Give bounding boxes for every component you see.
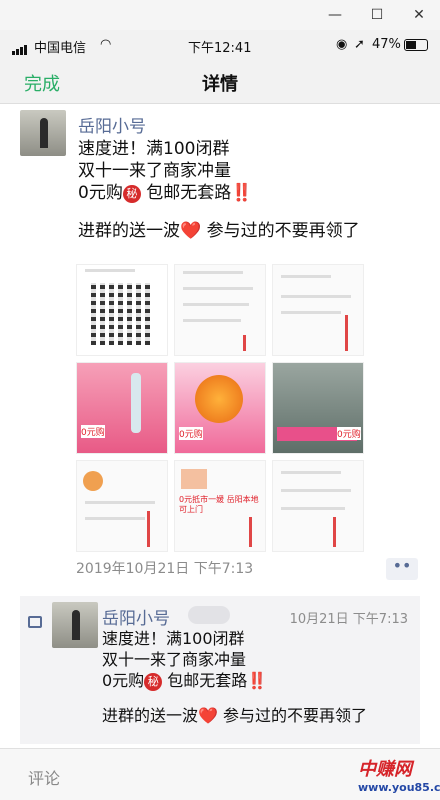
comment-line: 速度进！满100闭群 [102,629,245,648]
heart-emoji: ❤️ [180,221,202,241]
wifi-icon: ◠ [100,37,112,52]
commenter-name[interactable]: 岳阳小号 [102,604,170,629]
comment-line: 双十一来了商家冲量 [102,650,247,669]
comment-line: 0元购秘 包邮无套路‼️ [102,671,268,691]
status-bar: 中国电信 ◠ 下午12:41 ◉ ➚ 47% [0,30,440,60]
watermark-url: www.you85.com [358,781,440,794]
author-avatar[interactable] [20,110,66,156]
comment-icon [28,616,42,628]
close-icon[interactable]: ✕ [408,4,430,26]
double-exclamation-emoji: ‼️ [247,671,268,690]
maximize-icon[interactable]: ☐ [366,4,388,26]
image-thumbnail[interactable] [272,264,364,356]
minimize-icon[interactable]: — [324,4,346,26]
image-grid: 0元购 0元购 0元购 0元抵市一媛 岳阳本地可上门 [76,264,364,552]
post-text: 速度进！满100闭群 双十一来了商家冲量 0元购秘 包邮无套路‼️ 进群的送一波… [78,138,360,242]
image-thumbnail[interactable] [272,460,364,552]
location-icon: ➚ [354,37,365,52]
battery-icon [404,39,428,51]
author-name[interactable]: 岳阳小号 [78,112,146,137]
heart-emoji: ❤️ [198,706,218,725]
battery-percent: 47% [372,37,401,52]
post-line: 0元购秘 包邮无套路‼️ [78,183,253,203]
commenter-avatar[interactable] [52,602,98,648]
comment-input[interactable]: 评论 [28,765,60,789]
moment-detail: 岳阳小号 速度进！满100闭群 双十一来了商家冲量 0元购秘 包邮无套路‼️ 进… [0,104,440,744]
window-title-bar: — ☐ ✕ [0,0,440,30]
carrier-label: 中国电信 [34,41,87,56]
navigation-bar: 完成 详情 [0,60,440,104]
redacted-block [188,606,230,624]
image-thumbnail[interactable]: 0元购 [272,362,364,454]
comment-bar: 评论 中赚网 www.you85.com [0,748,440,800]
post-line: 进群的送一波❤️ 参与过的不要再领了 [78,221,360,241]
comment-line: 进群的送一波❤️ 参与过的不要再领了 [102,706,368,725]
clock: 下午12:41 [188,41,252,56]
image-thumbnail[interactable]: 0元购 [76,362,168,454]
image-thumbnail[interactable] [76,460,168,552]
post-line: 双十一来了商家冲量 [78,161,231,181]
image-thumbnail[interactable] [174,264,266,356]
post-line: 速度进！满100闭群 [78,139,230,159]
image-thumbnail[interactable]: 0元抵市一媛 岳阳本地可上门 [174,460,266,552]
double-exclamation-emoji: ‼️ [231,183,253,203]
secret-emoji: 秘 [144,673,163,691]
watermark-text: 中赚网 [358,759,412,780]
secret-emoji: 秘 [122,185,141,203]
comment-text: 速度进！满100闭群 双十一来了商家冲量 0元购秘 包邮无套路‼️ 进群的送一波… [102,628,367,726]
page-title: 详情 [202,74,238,95]
rotation-lock-icon: ◉ [336,37,348,52]
post-timestamp: 2019年10月21日 下午7:13 [76,561,254,577]
image-thumbnail[interactable] [76,264,168,356]
comment-section: 岳阳小号 10月21日 下午7:13 速度进！满100闭群 双十一来了商家冲量 … [20,596,420,744]
signal-icon [12,40,28,55]
image-thumbnail[interactable]: 0元购 [174,362,266,454]
comment-time: 10月21日 下午7:13 [289,612,408,627]
watermark: 中赚网 www.you85.com [358,755,440,799]
more-actions-button[interactable]: •• [386,558,418,580]
